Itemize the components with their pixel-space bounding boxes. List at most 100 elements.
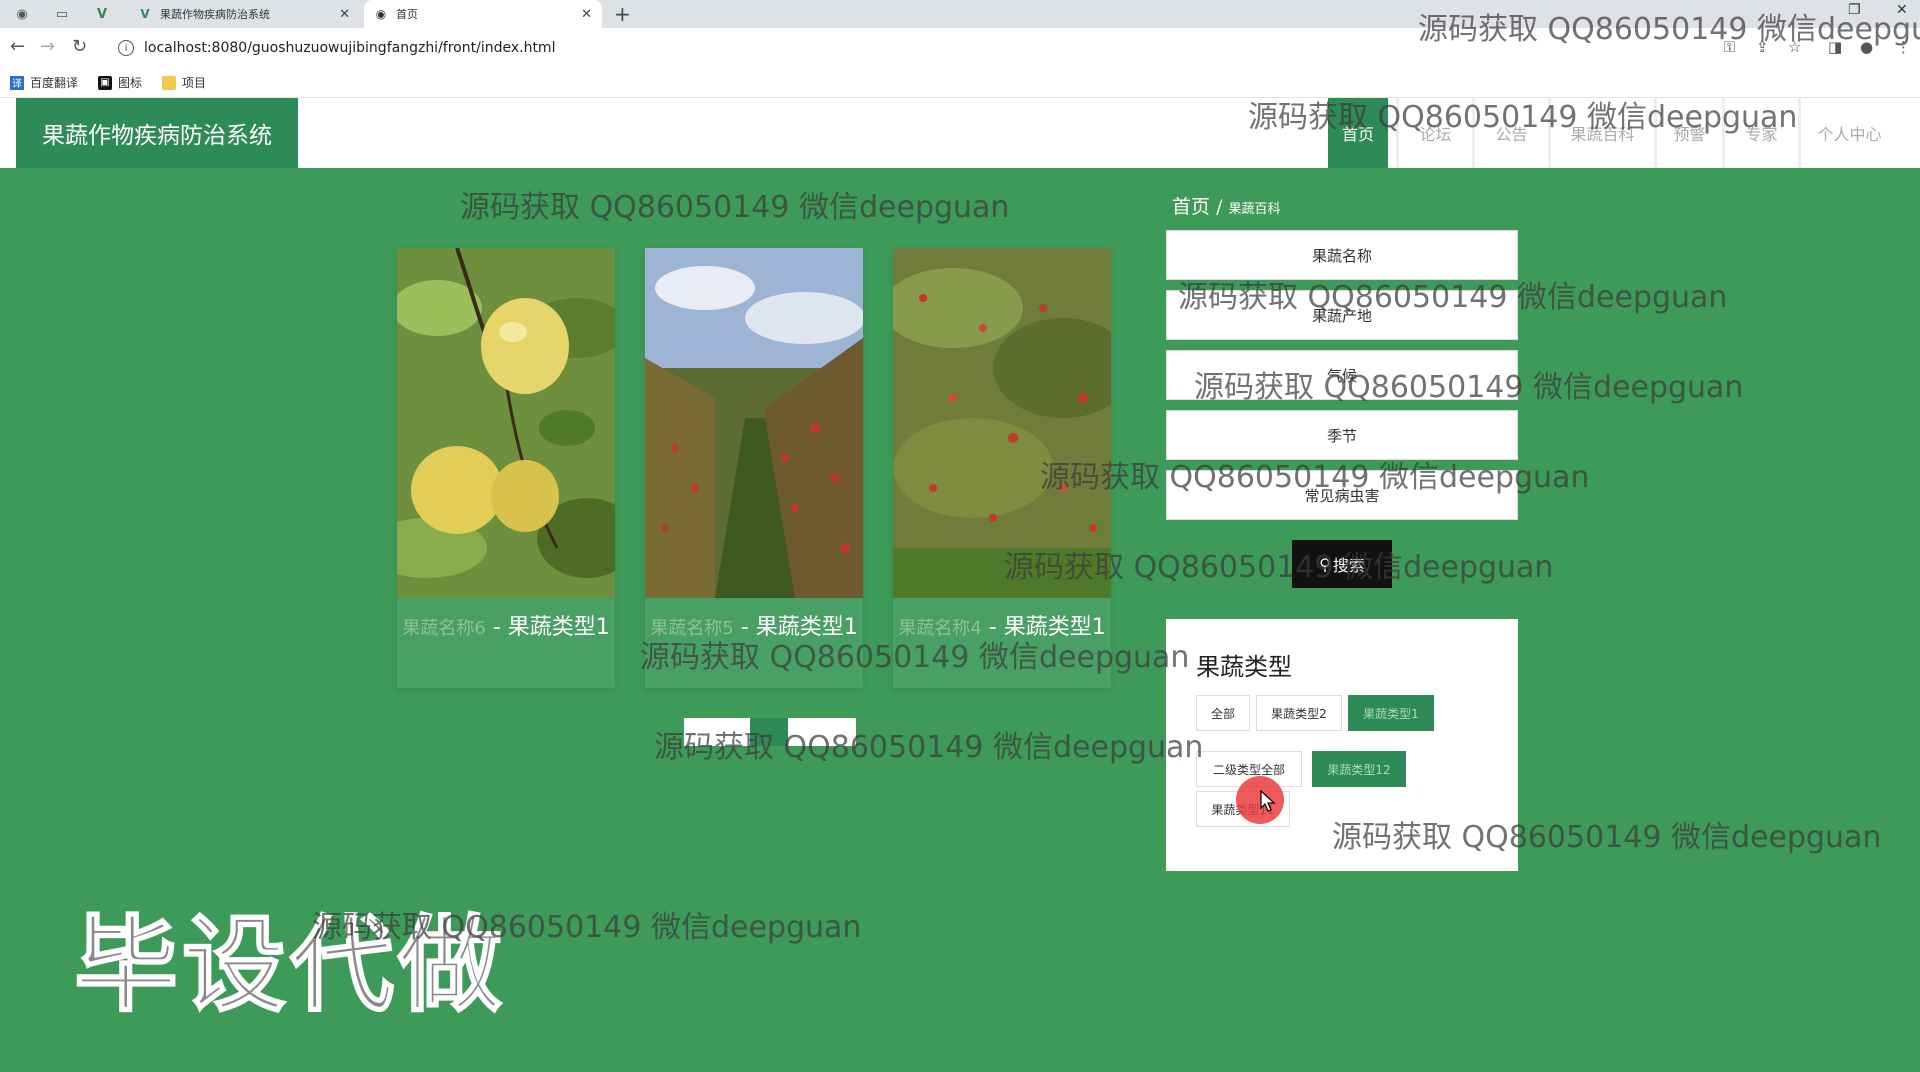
folder-icon bbox=[162, 75, 177, 90]
product-type: 果蔬类型1 bbox=[755, 615, 858, 640]
address-bar-row: ← → ↻ i localhost:8080/guoshuzuowujibing… bbox=[0, 28, 1920, 68]
close-icon[interactable]: ✕ bbox=[339, 7, 350, 22]
cursor-icon bbox=[1260, 790, 1276, 812]
close-icon[interactable]: ✕ bbox=[581, 7, 592, 22]
image-icon: ▣ bbox=[98, 75, 113, 90]
pagination: 1 bbox=[684, 718, 856, 746]
product-card[interactable]: 果蔬名称6 - 果蔬类型1 bbox=[397, 248, 615, 688]
share-icon[interactable]: ⇪ bbox=[1756, 38, 1769, 56]
search-input-season[interactable]: 季节 bbox=[1166, 410, 1518, 460]
search-input-origin[interactable]: 果蔬产地 bbox=[1166, 290, 1518, 340]
nav-label: 公告 bbox=[1495, 125, 1528, 144]
page-button-current[interactable]: 1 bbox=[750, 718, 788, 746]
sidepanel-icon[interactable]: ◨ bbox=[1828, 38, 1842, 56]
type-chip-type1[interactable]: 果蔬类型1 bbox=[1348, 695, 1434, 731]
product-name: 果蔬名称5 bbox=[650, 618, 734, 639]
search-icon: ⚲ bbox=[1319, 554, 1331, 574]
site-title: 果蔬作物疾病防治系统 bbox=[42, 123, 272, 149]
search-input-pests[interactable]: 常见病虫害 bbox=[1166, 470, 1518, 520]
nav-label: 预警 bbox=[1673, 125, 1706, 144]
product-caption[interactable]: 果蔬名称4 - 果蔬类型1 bbox=[893, 613, 1111, 643]
watermark-text: 源码获取 QQ86050149 微信deepguan bbox=[460, 190, 1010, 225]
window-close-icon[interactable]: ✕ bbox=[1896, 2, 1908, 18]
bookmark-label: 图标 bbox=[118, 76, 143, 90]
main-nav: 首页 论坛 公告 果蔬百科 预警 专家 个人中心 bbox=[1328, 98, 1898, 168]
product-caption[interactable]: 果蔬名称5 - 果蔬类型1 bbox=[645, 613, 863, 643]
product-name: 果蔬名称6 bbox=[402, 618, 486, 639]
nav-item-expert[interactable]: 专家 bbox=[1722, 98, 1798, 168]
field-label: 常见病虫害 bbox=[1304, 486, 1380, 505]
breadcrumb-home[interactable]: 首页 bbox=[1172, 196, 1210, 218]
nav-item-profile[interactable]: 个人中心 bbox=[1798, 98, 1898, 168]
bookmark-icons[interactable]: ▣ 图标 bbox=[98, 74, 142, 91]
bookmark-label: 百度翻译 bbox=[30, 76, 79, 90]
product-photo-apple-trees[interactable] bbox=[893, 248, 1111, 598]
bookmark-project[interactable]: 项目 bbox=[162, 74, 206, 91]
site-header: 果蔬作物疾病防治系统 首页 论坛 公告 果蔬百科 预警 专家 个人中心 bbox=[0, 98, 1920, 168]
product-type: 果蔬类型1 bbox=[1003, 615, 1106, 640]
bookmark-label: 项目 bbox=[182, 76, 207, 90]
subtype-chip-type12[interactable]: 果蔬类型12 bbox=[1312, 751, 1406, 787]
search-button[interactable]: ⚲ 搜索 bbox=[1292, 540, 1392, 588]
product-card[interactable]: 果蔬名称4 - 果蔬类型1 bbox=[893, 248, 1111, 688]
product-photo-orchard[interactable] bbox=[645, 248, 863, 598]
search-input-climate[interactable]: 气候 bbox=[1166, 350, 1518, 400]
product-name: 果蔬名称4 bbox=[898, 618, 982, 639]
type-chip-all[interactable]: 全部 bbox=[1196, 695, 1250, 731]
type-chip-type2[interactable]: 果蔬类型2 bbox=[1256, 695, 1342, 731]
tab-title: 首页 bbox=[396, 8, 418, 21]
globe-icon[interactable]: ◉ bbox=[12, 4, 32, 24]
nav-label: 专家 bbox=[1745, 125, 1778, 144]
translate-icon: 译 bbox=[10, 75, 24, 90]
tab-title: 果蔬作物疾病防治系统 bbox=[160, 8, 270, 21]
product-photo-pears[interactable] bbox=[397, 248, 615, 598]
back-icon[interactable]: ← bbox=[10, 36, 25, 57]
restore-icon[interactable]: ❐ bbox=[1848, 2, 1861, 18]
nav-item-home[interactable]: 首页 bbox=[1328, 98, 1388, 168]
menu-icon[interactable]: ⋮ bbox=[1896, 38, 1911, 56]
browser-tabstrip: ◉ ▭ V V 果蔬作物疾病防治系统 ✕ ◉ 首页 ✕ + ❐ ✕ bbox=[0, 0, 1920, 28]
vue-icon: V bbox=[140, 7, 150, 21]
bookmarks-bar: 译 百度翻译 ▣ 图标 项目 bbox=[0, 68, 1920, 98]
key-icon[interactable]: ⚿ bbox=[1724, 38, 1735, 56]
field-label: 季节 bbox=[1326, 426, 1357, 445]
nav-label: 首页 bbox=[1341, 125, 1374, 144]
forward-icon[interactable]: → bbox=[40, 36, 55, 57]
bookmark-baidu-translate[interactable]: 译 百度翻译 bbox=[10, 74, 78, 91]
type-filter-panel: 果蔬类型 全部 果蔬类型2 果蔬类型1 二级类型全部 果蔬类型12 果蔬类型11 bbox=[1166, 619, 1518, 871]
field-label: 果蔬产地 bbox=[1311, 306, 1372, 325]
type-panel-title: 果蔬类型 bbox=[1196, 653, 1292, 681]
reload-icon[interactable]: ↻ bbox=[72, 36, 87, 57]
nav-item-encyclopedia[interactable]: 果蔬百科 bbox=[1548, 98, 1654, 168]
url-input[interactable]: i localhost:8080/guoshuzuowujibingfangzh… bbox=[108, 33, 1708, 63]
breadcrumb-separator: / bbox=[1216, 196, 1223, 218]
profile-icon[interactable]: ● bbox=[1860, 38, 1873, 56]
watermark-big-text: 毕设代做 bbox=[73, 903, 507, 1027]
product-card[interactable]: 果蔬名称5 - 果蔬类型1 bbox=[645, 248, 863, 688]
nav-item-warning[interactable]: 预警 bbox=[1654, 98, 1722, 168]
field-label: 气候 bbox=[1326, 366, 1357, 385]
next-page-button[interactable] bbox=[788, 718, 856, 746]
breadcrumb: 首页 / 果蔬百科 bbox=[1172, 192, 1281, 219]
blank-tab-icon[interactable]: ▭ bbox=[52, 4, 72, 24]
star-icon[interactable]: ☆ bbox=[1788, 38, 1801, 56]
breadcrumb-current: 果蔬百科 bbox=[1228, 202, 1281, 217]
search-button-label: 搜索 bbox=[1332, 556, 1365, 575]
new-tab-icon[interactable]: + bbox=[614, 2, 631, 26]
prev-page-button[interactable] bbox=[684, 718, 750, 746]
field-label: 果蔬名称 bbox=[1311, 246, 1372, 265]
browser-tab-system[interactable]: V 果蔬作物疾病防治系统 ✕ bbox=[128, 0, 360, 28]
search-input-name[interactable]: 果蔬名称 bbox=[1166, 230, 1518, 280]
nav-label: 个人中心 bbox=[1817, 125, 1882, 144]
nav-label: 果蔬百科 bbox=[1570, 125, 1635, 144]
nav-item-notice[interactable]: 公告 bbox=[1472, 98, 1548, 168]
nav-item-forum[interactable]: 论坛 bbox=[1396, 98, 1472, 168]
site-logo[interactable]: 果蔬作物疾病防治系统 bbox=[16, 98, 298, 168]
info-icon[interactable]: i bbox=[118, 40, 134, 56]
globe-icon: ◉ bbox=[375, 7, 387, 21]
url-text: localhost:8080/guoshuzuowujibingfangzhi/… bbox=[144, 40, 556, 56]
vue-icon[interactable]: V bbox=[92, 4, 112, 24]
nav-label: 论坛 bbox=[1419, 125, 1452, 144]
browser-tab-home[interactable]: ◉ 首页 ✕ bbox=[364, 0, 602, 28]
product-caption[interactable]: 果蔬名称6 - 果蔬类型1 bbox=[397, 613, 615, 643]
